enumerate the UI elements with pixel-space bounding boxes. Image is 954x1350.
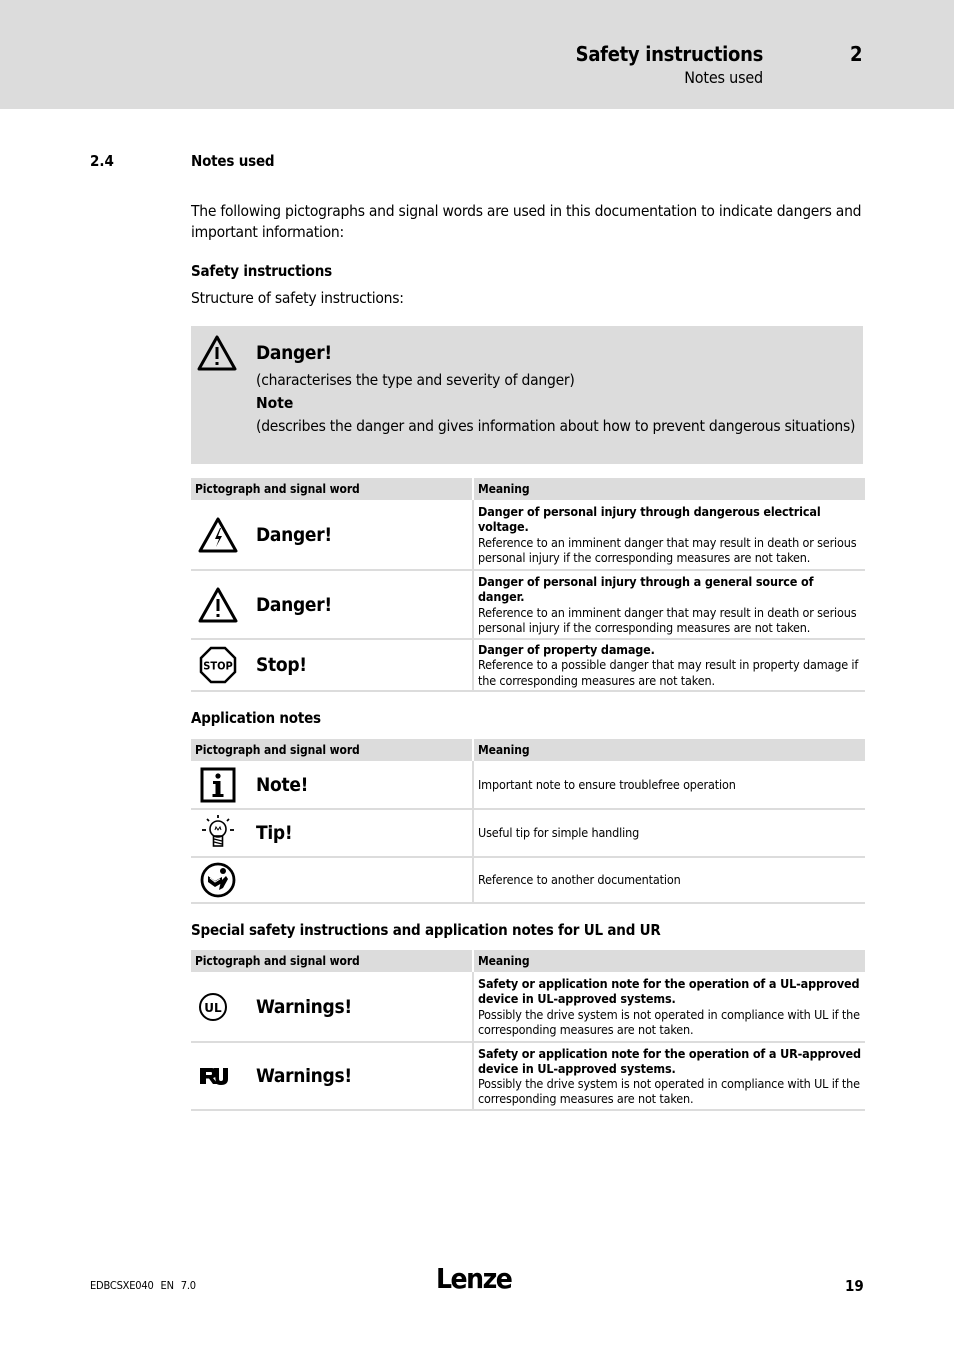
column-header-pictograph: Pictograph and signal word [191, 478, 474, 500]
table-row: Danger! Danger of personal injury throug… [191, 570, 865, 640]
application-table: Pictograph and signal word Meaning Note!… [191, 739, 865, 904]
meaning-text: Reference to a possible danger that may … [478, 657, 859, 688]
lightbulb-icon [193, 811, 243, 855]
page-number: 19 [845, 1277, 864, 1295]
meaning-text: Reference to another documentation [473, 857, 865, 904]
safety-heading: Safety instructions [191, 262, 332, 280]
column-header-pictograph: Pictograph and signal word [191, 739, 474, 761]
table-row: UL Warnings! Safety or application note … [191, 972, 865, 1043]
meaning-text: Possibly the drive system is not operate… [478, 1006, 860, 1037]
meaning-text: Reference to an imminent danger that may… [478, 534, 857, 565]
info-icon [193, 763, 243, 807]
ul-table: Pictograph and signal word Meaning UL Wa… [191, 950, 865, 1111]
table-row: Warnings! Safety or application note for… [191, 1042, 865, 1111]
danger-example-box: Danger! (characterises the type and seve… [191, 326, 863, 464]
meaning-title: Safety or application note for the opera… [478, 1045, 861, 1076]
meaning-text: Important note to ensure troublefree ope… [473, 761, 865, 810]
intro-paragraph: The following pictographs and signal wor… [191, 202, 862, 241]
table-row: Danger! Danger of personal injury throug… [191, 500, 865, 571]
example-type-text: (characterises the type and severity of … [256, 371, 575, 389]
table-row: STOP Stop! Danger of property damage. Ref… [191, 639, 865, 692]
structure-label: Structure of safety instructions: [191, 289, 404, 307]
table-header-row: Pictograph and signal word Meaning [191, 739, 865, 761]
ul-heading: Special safety instructions and applicat… [191, 921, 661, 939]
signal-word: Stop! [256, 654, 307, 676]
example-note-label: Note [256, 394, 294, 412]
header-title: Safety instructions [575, 42, 764, 66]
column-header-meaning: Meaning [473, 478, 865, 500]
example-signal-word: Danger! [256, 342, 332, 364]
warning-triangle-icon [196, 334, 238, 372]
section-number: 2.4 [90, 152, 114, 170]
safety-table: Pictograph and signal word Meaning Dange… [191, 478, 865, 692]
table-row: Reference to another documentation [191, 857, 865, 904]
reference-book-icon [193, 858, 243, 902]
signal-word: Tip! [256, 822, 293, 844]
chapter-number: 2 [850, 42, 863, 66]
meaning-title: Danger of personal injury through a gene… [478, 574, 814, 605]
signal-word: Warnings! [256, 1065, 352, 1087]
svg-text:STOP: STOP [203, 660, 233, 673]
meaning-text: Reference to an imminent danger that may… [478, 604, 857, 635]
table-header-row: Pictograph and signal word Meaning [191, 478, 865, 500]
document-id: EDBCSXE040 EN 7.0 [90, 1279, 196, 1292]
svg-text:UL: UL [204, 1001, 222, 1015]
column-header-meaning: Meaning [473, 950, 865, 972]
table-row: Tip! Useful tip for simple handling [191, 809, 865, 858]
general-danger-warning-icon [193, 583, 243, 627]
column-header-meaning: Meaning [473, 739, 865, 761]
table-header-row: Pictograph and signal word Meaning [191, 950, 865, 972]
meaning-title: Danger of personal injury through danger… [478, 504, 821, 535]
signal-word: Note! [256, 773, 309, 796]
meaning-title: Safety or application note for the opera… [478, 976, 860, 1007]
signal-word: Danger! [256, 593, 332, 616]
meaning-text: Useful tip for simple handling [473, 809, 865, 858]
lenze-logo: Lenze [436, 1262, 513, 1295]
example-note-text: (describes the danger and gives informat… [256, 417, 856, 435]
meaning-title: Danger of property damage. [478, 642, 655, 658]
table-row: Note! Important note to ensure troublefr… [191, 761, 865, 810]
application-heading: Application notes [191, 709, 321, 727]
section-title: Notes used [191, 152, 275, 170]
page-header: Safety instructions 2 Notes used [0, 0, 954, 109]
stop-sign-icon: STOP [193, 643, 243, 687]
column-header-pictograph: Pictograph and signal word [191, 950, 474, 972]
ul-mark-icon: UL [193, 985, 243, 1029]
header-subtitle: Notes used [684, 68, 763, 87]
ur-mark-icon [193, 1054, 243, 1098]
signal-word: Warnings! [256, 995, 352, 1018]
meaning-text: Possibly the drive system is not operate… [478, 1076, 860, 1107]
electrical-voltage-warning-icon [193, 513, 243, 557]
signal-word: Danger! [256, 523, 332, 546]
